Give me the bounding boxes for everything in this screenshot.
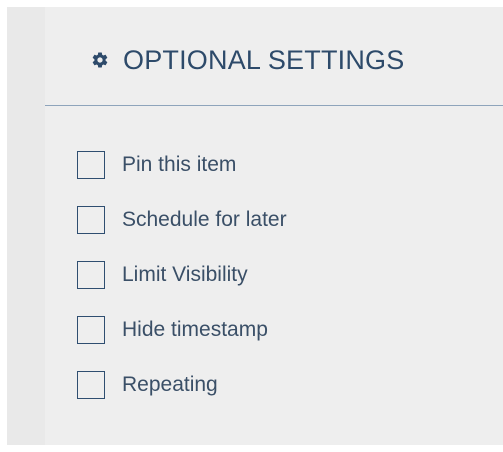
option-hide-timestamp[interactable]: Hide timestamp xyxy=(77,314,287,346)
hide-timestamp-checkbox[interactable] xyxy=(77,316,105,344)
schedule-for-later-label[interactable]: Schedule for later xyxy=(122,208,287,232)
hide-timestamp-label[interactable]: Hide timestamp xyxy=(122,318,268,342)
pin-this-item-label[interactable]: Pin this item xyxy=(122,153,236,177)
gear-icon xyxy=(92,52,108,68)
panel-title: OPTIONAL SETTINGS xyxy=(123,45,405,75)
panel-header-content: OPTIONAL SETTINGS xyxy=(91,45,404,75)
panel-header: OPTIONAL SETTINGS xyxy=(45,7,503,106)
option-schedule-for-later[interactable]: Schedule for later xyxy=(77,204,287,236)
optional-settings-panel: OPTIONAL SETTINGS Pin this item Schedule… xyxy=(7,7,503,445)
panel-side-strip xyxy=(7,7,45,445)
repeating-label[interactable]: Repeating xyxy=(122,373,218,397)
option-pin-this-item[interactable]: Pin this item xyxy=(77,149,287,181)
option-limit-visibility[interactable]: Limit Visibility xyxy=(77,259,287,291)
schedule-for-later-checkbox[interactable] xyxy=(77,206,105,234)
pin-this-item-checkbox[interactable] xyxy=(77,151,105,179)
limit-visibility-checkbox[interactable] xyxy=(77,261,105,289)
page: OPTIONAL SETTINGS Pin this item Schedule… xyxy=(0,0,503,452)
option-repeating[interactable]: Repeating xyxy=(77,369,287,401)
settings-options-list: Pin this item Schedule for later Limit V… xyxy=(77,149,287,424)
limit-visibility-label[interactable]: Limit Visibility xyxy=(122,263,248,287)
repeating-checkbox[interactable] xyxy=(77,371,105,399)
